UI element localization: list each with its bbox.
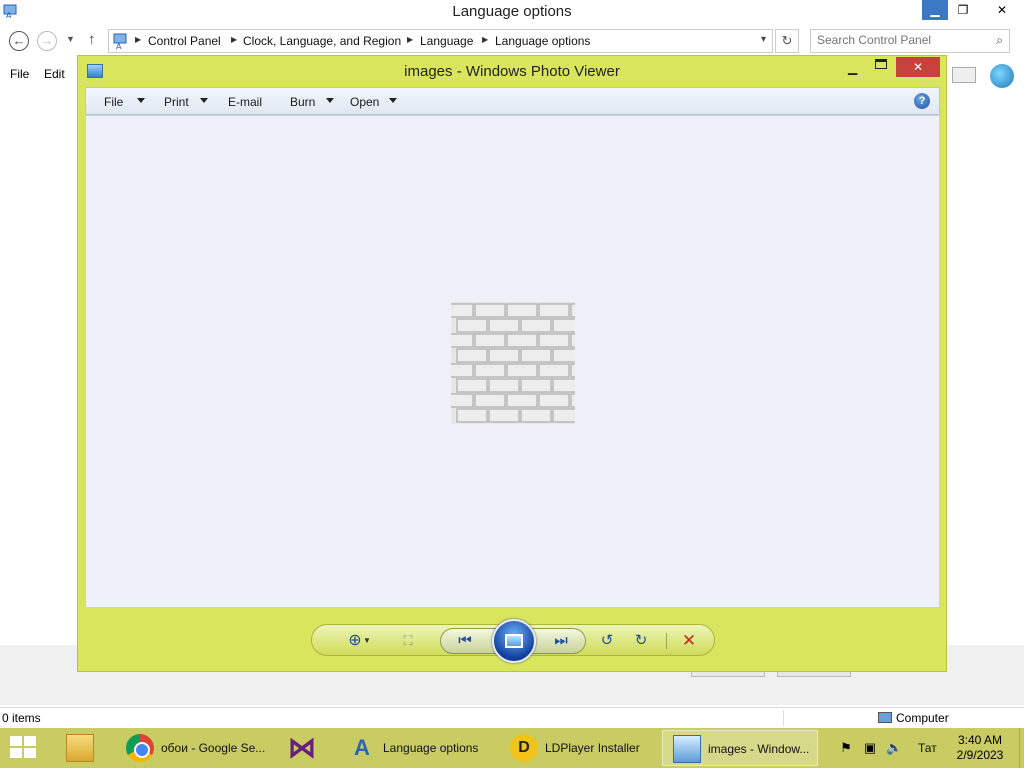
breadcrumb-language[interactable]: Language — [420, 34, 473, 48]
menu-edit[interactable]: Edit — [44, 67, 65, 81]
photo-viewer-controls: ⊕ ▼ ⛶ ⏮ ⏭ ↺ ↻ ✕ — [311, 619, 715, 663]
zoom-dropdown-icon[interactable]: ▼ — [362, 631, 372, 651]
print-dropdown-icon[interactable] — [200, 98, 208, 103]
photo-viewer-icon — [673, 735, 701, 763]
taskbar-chrome[interactable]: обои - Google Se... — [116, 730, 268, 766]
burn-dropdown-icon[interactable] — [326, 98, 334, 103]
address-bar: ← → ▼ ↑ A ▶ Control Panel ▶ Clock, Langu… — [0, 26, 1024, 56]
display-icon[interactable] — [952, 67, 976, 83]
taskbar-language-options-label: Language options — [383, 741, 479, 755]
breadcrumb-separator-icon[interactable]: ▶ — [135, 35, 141, 44]
help-icon[interactable]: ? — [914, 93, 930, 109]
actual-size-icon[interactable]: ⛶ — [396, 631, 420, 651]
clock-date: 2/9/2023 — [956, 748, 1004, 762]
breadcrumb-clock-language-region[interactable]: Clock, Language, and Region — [243, 34, 401, 48]
windows-logo-icon — [10, 736, 22, 746]
brick-wall-image — [451, 302, 575, 424]
network-icon[interactable]: ▣ — [862, 740, 878, 756]
status-divider — [783, 710, 784, 726]
visual-studio-icon: ⋈ — [288, 732, 316, 763]
photo-viewer-maximize-button[interactable] — [875, 59, 887, 69]
taskbar-ldplayer-label: LDPlayer Installer — [545, 741, 640, 755]
explorer-title-bar: A Language options ▁ ❐ ✕ — [0, 0, 1024, 24]
recent-locations-button[interactable]: ▼ — [66, 34, 75, 44]
taskbar-chrome-label: обои - Google Se... — [161, 741, 266, 755]
forward-button[interactable]: → — [37, 31, 57, 51]
menu-file[interactable]: File — [10, 67, 29, 81]
volume-icon[interactable]: 🔈 — [886, 740, 902, 756]
breadcrumb-separator-icon[interactable]: ▶ — [407, 35, 413, 44]
toolbar-burn[interactable]: Burn — [290, 95, 315, 109]
status-bar: 0 items Computer — [0, 707, 1024, 728]
taskbar-visual-studio[interactable]: ⋈ — [278, 730, 328, 766]
file-dropdown-icon[interactable] — [137, 98, 145, 103]
search-box[interactable]: ⌕ — [810, 29, 1010, 53]
explorer-restore-button[interactable]: ❐ — [950, 0, 976, 20]
breadcrumb-separator-icon[interactable]: ▶ — [482, 35, 488, 44]
language-icon: A — [354, 735, 370, 760]
photo-viewer-title: images - Windows Photo Viewer — [404, 63, 620, 80]
taskbar-photo-viewer[interactable]: images - Window... — [662, 730, 818, 766]
slideshow-button[interactable] — [492, 619, 536, 663]
photo-viewer-minimize-button[interactable]: ▁ — [848, 61, 857, 75]
status-location: Computer — [878, 711, 949, 725]
search-input[interactable] — [817, 33, 977, 47]
toolbar-email[interactable]: E-mail — [228, 95, 262, 109]
computer-icon — [878, 712, 892, 723]
photo-viewer-toolbar: File Print E-mail Burn Open ? — [85, 87, 940, 115]
address-dropdown-icon[interactable]: ▾ — [761, 34, 766, 45]
refresh-button[interactable]: ↻ — [775, 29, 799, 53]
windows-logo-icon — [24, 736, 36, 746]
explorer-title: Language options — [452, 3, 572, 20]
clock-time: 3:40 AM — [957, 733, 1003, 747]
taskbar-ldplayer[interactable]: D LDPlayer Installer — [500, 730, 652, 766]
rotate-counterclockwise-icon[interactable]: ↺ — [596, 631, 618, 651]
search-icon[interactable]: ⌕ — [996, 33, 1003, 48]
slideshow-icon — [505, 634, 523, 648]
controls-divider — [666, 633, 667, 649]
photo-viewer-window: images - Windows Photo Viewer ▁ ✕ File P… — [77, 55, 947, 672]
chrome-icon — [126, 734, 154, 762]
toolbar-open[interactable]: Open — [350, 95, 379, 109]
status-location-label: Computer — [896, 711, 949, 725]
open-dropdown-icon[interactable] — [389, 98, 397, 103]
action-center-icon[interactable]: ⚑ — [838, 740, 854, 756]
input-language-indicator[interactable]: Тат — [918, 741, 937, 768]
windows-logo-icon — [10, 748, 22, 758]
toolbar-file[interactable]: File — [104, 95, 123, 109]
photo-viewer-close-button[interactable]: ✕ — [896, 57, 940, 77]
file-explorer-icon — [66, 734, 94, 762]
ldplayer-icon: D — [510, 734, 538, 762]
delete-icon[interactable]: ✕ — [678, 631, 700, 651]
taskbar: обои - Google Se... ⋈ A Language options… — [0, 728, 1024, 768]
control-panel-icon: A — [113, 33, 127, 50]
explorer-minimize-button[interactable]: ▁ — [922, 0, 948, 20]
back-button[interactable]: ← — [9, 31, 29, 51]
globe-icon[interactable] — [990, 64, 1014, 88]
image-viewport — [85, 115, 940, 608]
breadcrumb[interactable]: A ▶ Control Panel ▶ Clock, Language, and… — [108, 29, 773, 53]
status-item-count: 0 items — [2, 711, 41, 725]
show-desktop-button[interactable] — [1019, 728, 1024, 768]
start-button[interactable] — [10, 736, 38, 760]
explorer-close-button[interactable]: ✕ — [984, 0, 1020, 20]
up-button[interactable]: ↑ — [88, 31, 96, 48]
clock[interactable]: 3:40 AM 2/9/2023 — [950, 733, 1010, 763]
toolbar-print[interactable]: Print — [164, 95, 189, 109]
previous-icon[interactable]: ⏮ — [452, 631, 478, 651]
taskbar-file-explorer[interactable] — [56, 730, 106, 766]
taskbar-language-options[interactable]: A Language options — [338, 730, 490, 766]
breadcrumb-control-panel[interactable]: Control Panel — [148, 34, 221, 48]
next-icon[interactable]: ⏭ — [548, 631, 574, 651]
windows-logo-icon — [24, 748, 36, 758]
breadcrumb-language-options[interactable]: Language options — [495, 34, 590, 48]
svg-text:A: A — [116, 42, 122, 50]
taskbar-photo-viewer-label: images - Window... — [708, 742, 810, 756]
breadcrumb-separator-icon[interactable]: ▶ — [231, 35, 237, 44]
rotate-clockwise-icon[interactable]: ↻ — [630, 631, 652, 651]
